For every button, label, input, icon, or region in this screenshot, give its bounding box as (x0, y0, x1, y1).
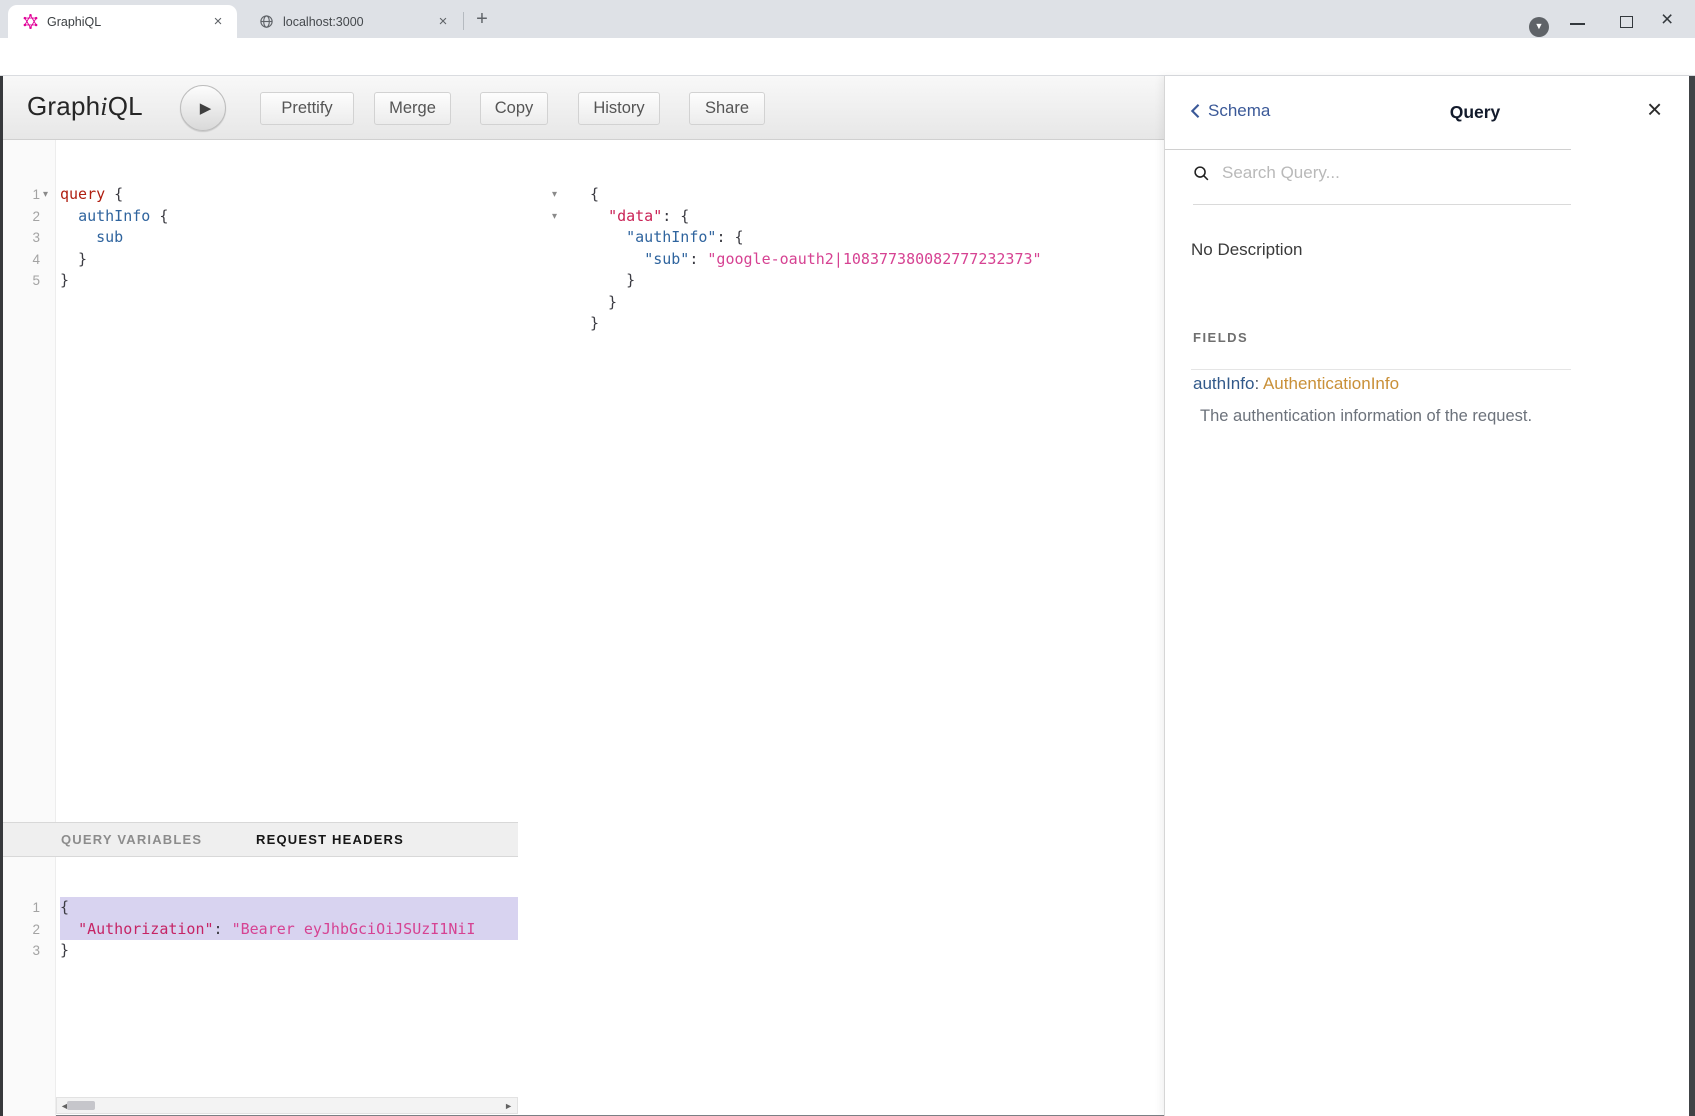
window-maximize-button[interactable] (1620, 16, 1633, 28)
tab-strip: GraphiQL×localhost:3000× + ▼ × (0, 0, 1695, 38)
doc-fields-heading: FIELDS (1193, 330, 1248, 345)
doc-back-link[interactable]: Schema (1189, 101, 1270, 121)
line-number: 1 (0, 184, 40, 206)
headers-editor-gutter (0, 857, 56, 1116)
chevron-left-icon (1189, 103, 1201, 119)
field-name-link[interactable]: authInfo (1193, 374, 1254, 393)
line-number: 3 (0, 940, 40, 962)
doc-close-icon[interactable]: × (1647, 94, 1662, 125)
line-number: 3 (0, 227, 40, 249)
headers-horizontal-scrollbar[interactable]: ◄ ► (56, 1097, 518, 1114)
line-number: 2 (0, 206, 40, 228)
browser-window: GraphiQL×localhost:3000× + ▼ × ← → ↻ loc… (0, 0, 1695, 1116)
toolbar-button-merge[interactable]: Merge (374, 92, 451, 125)
play-icon: ▶ (200, 99, 212, 117)
toolbar-button-share[interactable]: Share (689, 92, 765, 125)
code-line: "Authorization": "Bearer eyJhbGciOiJSUzI… (60, 919, 518, 941)
code-line: } (590, 292, 1150, 314)
code-line: "authInfo": { (590, 227, 1150, 249)
toolbar-button-prettify[interactable]: Prettify (260, 92, 354, 125)
toolbar-button-history[interactable]: History (578, 92, 660, 125)
doc-field-row: authInfo: AuthenticationInfo (1193, 374, 1399, 394)
tab-divider (463, 12, 464, 30)
tab-request-headers[interactable]: REQUEST HEADERS (256, 823, 404, 856)
query-editor[interactable]: query { authInfo { sub }} (60, 184, 516, 292)
graphql-logo-icon (22, 14, 38, 30)
fold-arrow-icon[interactable]: ▾ (43, 184, 48, 206)
line-number: 4 (0, 249, 40, 271)
variables-tab-bar: QUERY VARIABLES REQUEST HEADERS (0, 822, 518, 857)
doc-back-label: Schema (1208, 101, 1270, 121)
fields-divider (1191, 369, 1571, 370)
browser-tab-1[interactable]: localhost:3000× (244, 5, 462, 38)
line-number: 5 (0, 270, 40, 292)
new-tab-button[interactable]: + (470, 8, 494, 32)
line-number: 2 (0, 919, 40, 941)
code-line: "sub": "google-oauth2|108377380082777232… (590, 249, 1150, 271)
tab-title: GraphiQL (47, 15, 209, 29)
tab-title: localhost:3000 (283, 15, 434, 29)
toolbar-button-copy[interactable]: Copy (480, 92, 548, 125)
right-edge-scrollbar[interactable] (1689, 76, 1695, 1116)
code-line: "data": { (590, 206, 1150, 228)
code-line: } (590, 270, 1150, 292)
scrollbar-thumb[interactable] (67, 1101, 95, 1110)
code-line: } (60, 940, 518, 962)
code-line: authInfo { (60, 206, 516, 228)
doc-no-description: No Description (1191, 240, 1303, 260)
field-type-link[interactable]: AuthenticationInfo (1263, 374, 1399, 393)
fold-arrow-icon[interactable]: ▾ (552, 184, 557, 206)
code-line: } (60, 249, 516, 271)
doc-title: Query (1405, 102, 1545, 123)
field-description: The authentication information of the re… (1200, 407, 1532, 426)
tab-close-icon[interactable]: × (434, 13, 452, 31)
execute-query-button[interactable]: ▶ (180, 85, 226, 131)
response-viewer: { "data": { "authInfo": { "sub": "google… (590, 184, 1150, 335)
graphiql-logo: GraphiQL (27, 91, 143, 122)
address-bar-row: ← → ↻ localhost:3000 uPTpL Aktualisieren… (0, 38, 1695, 76)
doc-search[interactable] (1193, 162, 1573, 184)
fold-arrow-icon[interactable]: ▾ (552, 206, 557, 228)
code-line: query { (60, 184, 516, 206)
doc-search-input[interactable] (1220, 162, 1540, 184)
code-line: } (590, 313, 1150, 335)
tab-close-icon[interactable]: × (209, 13, 227, 31)
doc-explorer-panel: Schema Query × No Description FIELDS aut… (1164, 76, 1695, 1116)
left-edge-strip (0, 76, 3, 1116)
tab-query-variables[interactable]: QUERY VARIABLES (61, 823, 202, 856)
line-number: 1 (0, 897, 40, 919)
request-headers-editor[interactable]: { "Authorization": "Bearer eyJhbGciOiJSU… (60, 897, 518, 962)
window-close-button[interactable]: × (1661, 8, 1673, 32)
scroll-right-icon[interactable]: ► (504, 1099, 513, 1113)
browser-tab-0[interactable]: GraphiQL× (8, 5, 237, 38)
code-line: sub (60, 227, 516, 249)
search-underline (1193, 204, 1571, 205)
search-icon (1193, 165, 1210, 182)
code-line: } (60, 270, 516, 292)
globe-icon (258, 14, 274, 30)
window-minimize-button[interactable] (1570, 23, 1585, 25)
code-line: { (60, 897, 518, 919)
update-available-icon[interactable]: ▼ (1529, 17, 1549, 37)
code-line: { (590, 184, 1150, 206)
